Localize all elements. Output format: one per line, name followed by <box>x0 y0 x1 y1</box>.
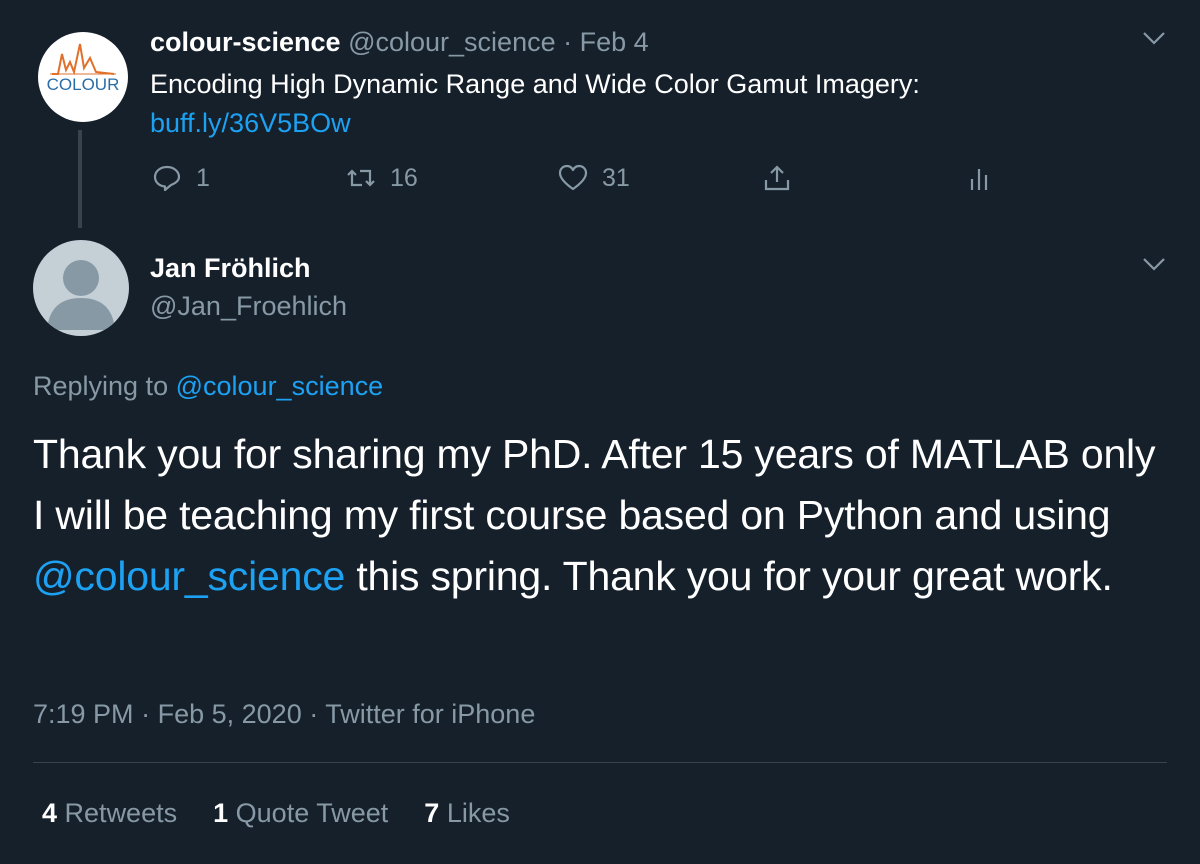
analytics-button[interactable] <box>966 163 996 193</box>
colour-logo-text: COLOUR <box>47 75 120 94</box>
tweet-stats: 4 Retweets 1 Quote Tweet 7 Likes <box>42 795 510 831</box>
share-button[interactable] <box>762 163 792 193</box>
tweet-date[interactable]: Feb 5, 2020 <box>158 699 302 729</box>
likes-number: 7 <box>424 798 440 828</box>
parent-header-separator: · <box>563 27 573 57</box>
parent-tweet-link[interactable]: buff.ly/36V5BOw <box>150 105 351 141</box>
chevron-down-icon[interactable] <box>1140 250 1168 278</box>
replying-to-handle[interactable]: @colour_science <box>176 371 384 401</box>
parent-tweet-date[interactable]: Feb 4 <box>580 27 649 57</box>
jan-froehlich-avatar[interactable] <box>33 240 129 336</box>
default-avatar-icon <box>47 260 115 330</box>
retweet-button[interactable]: 16 <box>346 163 418 193</box>
likes-stat[interactable]: 7 Likes <box>424 798 510 828</box>
quote-tweets-stat[interactable]: 1 Quote Tweet <box>213 798 388 828</box>
chevron-down-icon[interactable] <box>1140 24 1168 52</box>
like-button[interactable]: 31 <box>558 163 630 193</box>
like-count: 31 <box>602 163 630 192</box>
reply-author-handle[interactable]: @Jan_Froehlich <box>150 288 347 324</box>
retweets-number: 4 <box>42 798 58 828</box>
quote-tweets-label: Quote Tweet <box>235 798 389 828</box>
quote-tweets-number: 1 <box>213 798 229 828</box>
meta-separator-2: · <box>309 699 319 729</box>
parent-tweet-actions: 1 16 31 <box>0 163 1200 199</box>
reply-author-name[interactable]: Jan Fröhlich <box>150 250 311 286</box>
tweet-source[interactable]: Twitter for iPhone <box>325 699 535 729</box>
likes-label: Likes <box>446 798 510 828</box>
parent-author-name[interactable]: colour-science <box>150 27 341 57</box>
reply-body-text-1: Thank you for sharing my PhD. After 15 y… <box>33 431 1156 538</box>
retweet-count: 16 <box>390 163 418 192</box>
reply-icon <box>153 165 181 192</box>
retweets-label: Retweets <box>64 798 178 828</box>
reply-body-mention[interactable]: @colour_science <box>33 553 345 599</box>
colour-logo-icon: COLOUR <box>47 43 120 94</box>
replying-to: Replying to @colour_science <box>33 368 383 404</box>
reply-body-text-2: this spring. Thank you for your great wo… <box>356 553 1113 599</box>
tweet-metadata: 7:19 PM · Feb 5, 2020 · Twitter for iPho… <box>33 696 535 732</box>
meta-separator-1: · <box>141 699 151 729</box>
replying-to-prefix: Replying to <box>33 371 169 401</box>
share-icon <box>764 165 790 191</box>
stats-divider <box>33 762 1167 763</box>
retweets-stat[interactable]: 4 Retweets <box>42 798 177 828</box>
retweet-icon <box>347 169 375 187</box>
tweet-time[interactable]: 7:19 PM <box>33 699 134 729</box>
analytics-icon <box>970 169 988 190</box>
parent-tweet-header: colour-science @colour_science · Feb 4 <box>150 24 649 60</box>
parent-author-handle[interactable]: @colour_science <box>348 27 556 57</box>
reply-count: 1 <box>196 163 210 192</box>
reply-tweet-body: Thank you for sharing my PhD. After 15 y… <box>33 424 1173 607</box>
colour-science-avatar[interactable]: COLOUR <box>38 32 128 122</box>
reply-button[interactable]: 1 <box>152 163 210 193</box>
heart-icon <box>558 164 588 191</box>
parent-tweet-text: Encoding High Dynamic Range and Wide Col… <box>150 69 920 99</box>
